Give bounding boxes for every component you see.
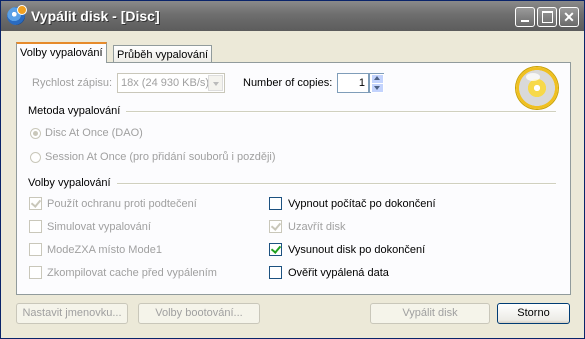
options-heading: Volby vypalování — [28, 177, 111, 189]
underrun-protection-checkbox — [29, 197, 42, 210]
compile-cache-label: Zkompilovat cache před vypálením — [47, 267, 217, 279]
verify-checkbox[interactable] — [269, 266, 282, 279]
options-divider — [117, 183, 556, 185]
set-label-button: Nastavit jmenovku... — [16, 303, 128, 324]
modezxa-checkbox — [29, 243, 42, 256]
finalize-disc-label: Uzavřít disk — [288, 221, 346, 233]
eject-checkbox[interactable] — [269, 243, 282, 256]
boot-options-button: Volby bootování... — [138, 303, 260, 324]
shutdown-checkbox[interactable] — [269, 197, 282, 210]
tab-burn-progress[interactable]: Průběh vypalování — [113, 45, 213, 63]
copies-input[interactable]: 1 — [337, 73, 369, 93]
close-icon: ✕ — [563, 9, 575, 25]
finalize-disc-checkbox — [269, 220, 282, 233]
speed-select: 18x (24 930 KB/s) — [117, 73, 225, 93]
copies-label: Number of copies: — [243, 77, 333, 89]
shutdown-label[interactable]: Vypnout počítač po dokončení — [288, 198, 436, 210]
stepper-down-icon[interactable] — [371, 83, 384, 93]
copies-stepper[interactable] — [369, 73, 384, 93]
dao-label: Disc At Once (DAO) — [45, 127, 143, 139]
maximize-button[interactable] — [537, 7, 557, 27]
simulate-checkbox — [29, 220, 42, 233]
method-heading: Metoda vypalování — [28, 105, 121, 117]
simulate-label: Simulovat vypalování — [47, 221, 151, 233]
speed-label: Rychlost zápisu: — [32, 77, 113, 89]
window-title: Vypálit disk - [Disc] — [31, 8, 160, 24]
verify-label[interactable]: Ověřit vypálená data — [288, 267, 389, 279]
copies-value: 1 — [358, 77, 365, 89]
sao-label: Session At Once (pro přidání souborů i p… — [45, 151, 276, 163]
cancel-button[interactable]: Storno — [497, 303, 570, 324]
underrun-protection-label: Použít ochranu proti podtečení — [47, 198, 197, 210]
burn-disc-button: Vypálit disk — [370, 303, 490, 324]
minimize-button[interactable] — [515, 7, 535, 27]
sao-radio — [30, 152, 41, 163]
chevron-down-icon — [208, 75, 223, 91]
disc-icon — [516, 67, 558, 109]
close-button[interactable]: ✕ — [559, 7, 579, 27]
title-bar[interactable]: Vypálit disk - [Disc] ✕ — [1, 1, 584, 31]
tab-burn-options[interactable]: Volby vypalování — [16, 42, 107, 63]
burn-disc-window: Vypálit disk - [Disc] ✕ Volby vypalování… — [0, 0, 585, 339]
eject-label[interactable]: Vysunout disk po dokončení — [288, 244, 425, 256]
modezxa-label: ModeZXA místo Mode1 — [47, 244, 162, 256]
compile-cache-checkbox — [29, 266, 42, 279]
dao-radio — [30, 128, 41, 139]
method-divider — [126, 111, 556, 113]
app-icon — [7, 5, 27, 25]
speed-value: 18x (24 930 KB/s) — [121, 77, 210, 89]
